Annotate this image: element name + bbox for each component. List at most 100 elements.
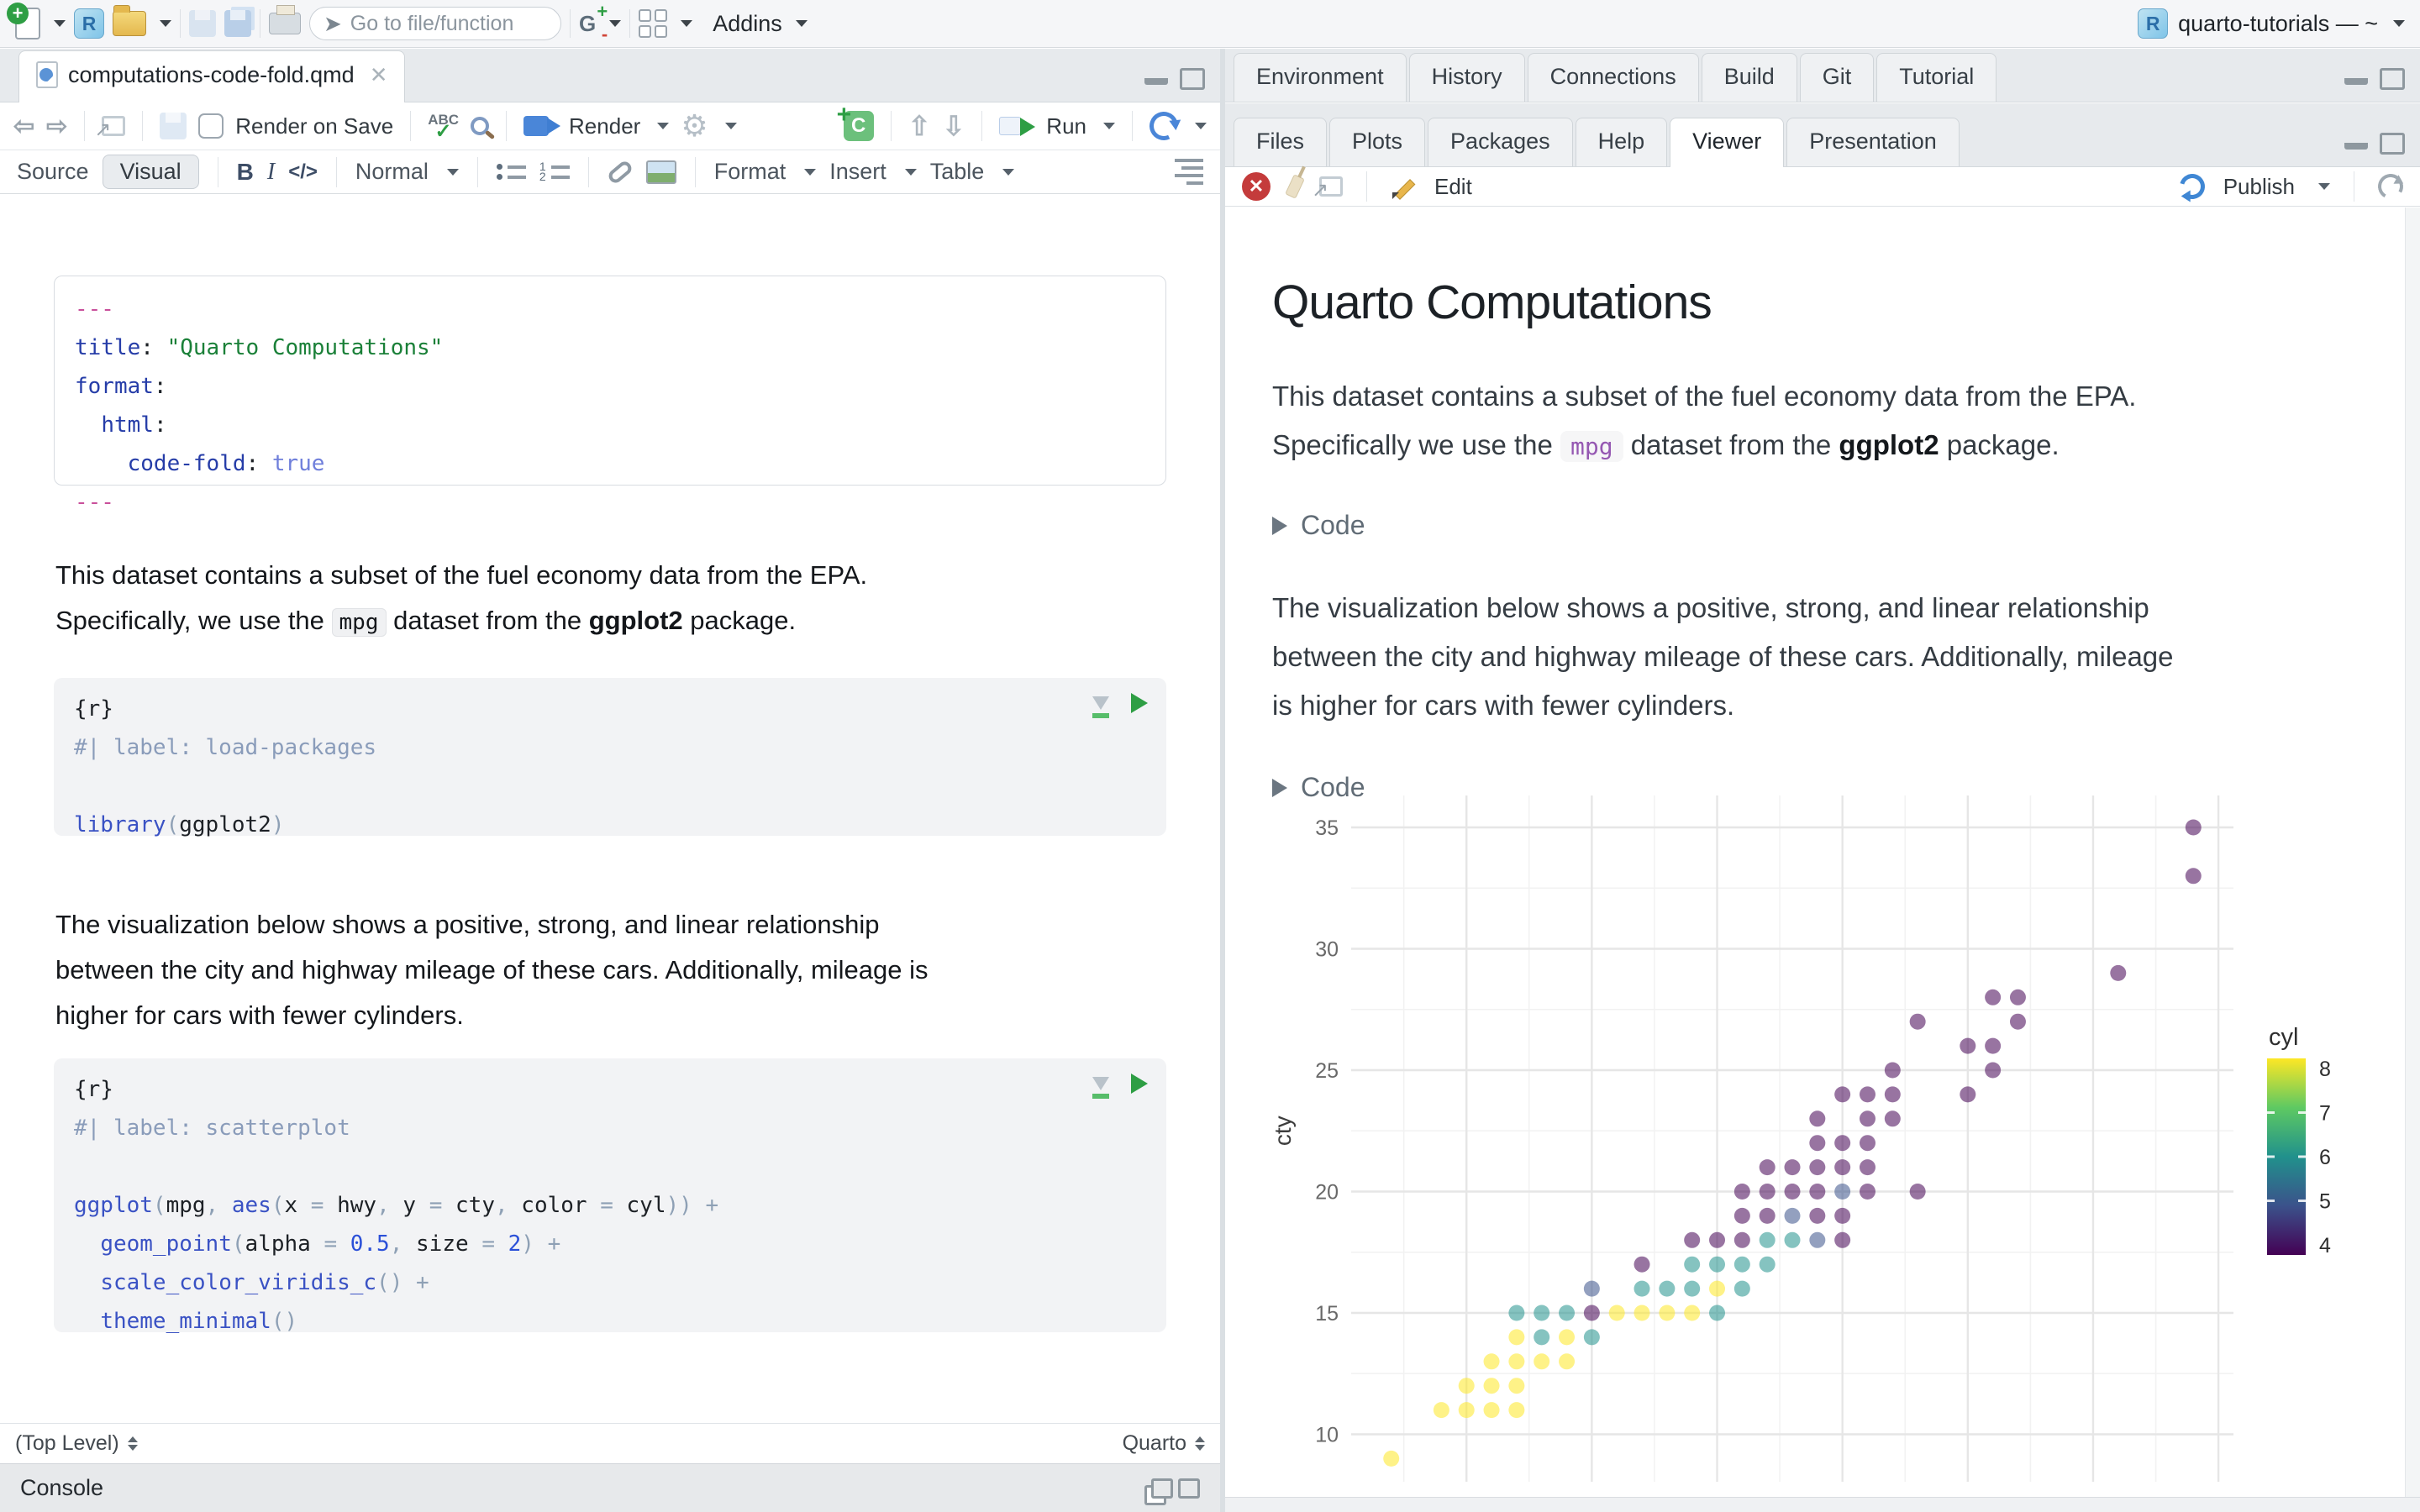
scope-selector[interactable]: (Top Level) — [15, 1431, 119, 1456]
minimize-pane-icon[interactable] — [2344, 133, 2368, 150]
new-project-icon[interactable]: R — [74, 8, 104, 39]
edit-label[interactable]: Edit — [1434, 174, 1472, 200]
console-popout-icon[interactable] — [1151, 1478, 1173, 1499]
render-caret-icon[interactable] — [657, 123, 670, 129]
code-format-button[interactable]: </> — [288, 160, 318, 184]
run-caret-icon[interactable] — [1103, 123, 1115, 129]
project-menu[interactable]: R quarto-tutorials — ~ — [2138, 8, 2405, 39]
save-doc-icon[interactable] — [160, 113, 187, 139]
viewer-new-window-icon[interactable] — [1312, 176, 1343, 202]
maximize-pane-icon[interactable] — [1180, 68, 1205, 90]
run-icon[interactable] — [999, 117, 1036, 136]
tab-presentation[interactable]: Presentation — [1786, 118, 1960, 166]
console-maximize-icon[interactable] — [1178, 1478, 1200, 1499]
viewer-scroll-gutter[interactable] — [2405, 207, 2420, 1497]
clear-viewer-icon[interactable]: ✕ — [1242, 172, 1270, 201]
addins-caret-icon[interactable] — [795, 20, 808, 27]
link-icon[interactable] — [606, 158, 634, 186]
render-on-save-checkbox[interactable] — [198, 113, 224, 139]
minimize-pane-icon[interactable] — [1144, 68, 1168, 85]
version-control-icon[interactable]: G + - — [579, 1, 608, 45]
numbered-list-icon[interactable]: 1 2 — [539, 160, 570, 182]
addins-menu[interactable]: Addins — [713, 11, 782, 37]
tab-help[interactable]: Help — [1575, 118, 1668, 166]
save-icon[interactable] — [189, 10, 216, 37]
render-label[interactable]: Render — [569, 113, 640, 139]
forward-icon[interactable]: ⇨ — [46, 112, 67, 141]
table-menu[interactable]: Table — [930, 159, 985, 185]
publish-label[interactable]: Publish — [2223, 174, 2295, 200]
render-icon[interactable] — [523, 116, 561, 136]
tab-connections[interactable]: Connections — [1527, 53, 1699, 102]
editor-tab[interactable]: computations-code-fold.qmd ✕ — [18, 50, 406, 102]
code-line: #| label: scatterplot — [74, 1116, 350, 1141]
close-tab-icon[interactable]: ✕ — [365, 62, 388, 88]
insert-menu[interactable]: Insert — [829, 159, 886, 185]
svg-text:25: 25 — [1315, 1059, 1339, 1083]
tab-files[interactable]: Files — [1234, 118, 1328, 166]
tab-tutorial[interactable]: Tutorial — [1876, 53, 1997, 102]
filetype-selector[interactable]: Quarto — [1123, 1431, 1186, 1456]
tab-viewer[interactable]: Viewer — [1670, 118, 1785, 167]
insert-chunk-icon[interactable]: + C — [837, 101, 874, 141]
run-chunks-above-icon[interactable] — [1092, 1077, 1109, 1099]
minimize-pane-icon[interactable] — [2344, 68, 2368, 85]
bold-button[interactable]: B — [237, 159, 254, 186]
spellcheck-icon[interactable]: ABC ✓ — [428, 113, 459, 142]
editor-paragraph-2[interactable]: The visualization below shows a positive… — [55, 902, 1173, 1038]
editor-paragraph-1[interactable]: This dataset contains a subset of the fu… — [55, 553, 1173, 645]
version-control-caret-icon[interactable] — [609, 20, 622, 27]
clear-all-broom-icon[interactable] — [1285, 174, 1305, 199]
new-file-caret-icon[interactable] — [54, 20, 66, 27]
run-chunk-icon[interactable] — [1131, 1074, 1148, 1094]
visual-mode-button[interactable]: Visual — [102, 155, 199, 189]
panes-caret-icon[interactable] — [681, 20, 693, 27]
edit-pencil-icon[interactable] — [1391, 174, 1416, 199]
refresh-viewer-icon[interactable] — [2375, 171, 2407, 202]
code-chunk-load-packages[interactable]: {r} #| label: load-packages library(ggplo… — [54, 678, 1166, 837]
back-icon[interactable]: ⇦ — [13, 112, 34, 141]
options-gear-icon[interactable]: ⚙ — [681, 108, 708, 144]
run-previous-icon[interactable]: ⇧ — [908, 110, 931, 142]
yaml-block[interactable]: --- title: "Quarto Computations" format: h… — [54, 276, 1166, 515]
rerun-icon[interactable] — [1145, 108, 1182, 144]
editor-canvas[interactable]: --- title: "Quarto Computations" format: h… — [0, 195, 1220, 1423]
save-all-icon[interactable] — [224, 10, 251, 37]
image-icon[interactable] — [645, 160, 676, 184]
options-caret-icon[interactable] — [724, 123, 737, 129]
format-menu[interactable]: Format — [714, 159, 786, 185]
find-replace-icon[interactable] — [471, 117, 490, 135]
goto-file-search[interactable]: ➤ Go to file/function — [309, 7, 561, 40]
publish-caret-icon[interactable] — [2318, 183, 2330, 190]
run-chunks-above-icon[interactable] — [1092, 696, 1109, 718]
rerun-caret-icon[interactable] — [1195, 123, 1207, 129]
run-next-icon[interactable]: ⇩ — [942, 110, 965, 142]
tab-history[interactable]: History — [1408, 53, 1525, 102]
editor-toolbar: ⇦ ⇨ Render on Save ABC✓ Render ⚙ +C ⇧ ⇩ … — [0, 101, 1220, 150]
maximize-pane-icon[interactable] — [2380, 133, 2405, 155]
panes-layout-icon[interactable] — [639, 9, 668, 38]
open-recent-caret-icon[interactable] — [160, 20, 171, 27]
console-header[interactable]: Console — [0, 1463, 1220, 1512]
outline-toggle-icon[interactable] — [1175, 159, 1203, 185]
tab-build[interactable]: Build — [1701, 53, 1797, 102]
tab-packages[interactable]: Packages — [1428, 118, 1573, 166]
maximize-pane-icon[interactable] — [2380, 68, 2405, 90]
svg-text:8: 8 — [2319, 1058, 2331, 1081]
code-chunk-scatterplot[interactable]: {r} #| label: scatterplot ggplot(mpg, aes… — [54, 1058, 1166, 1334]
tab-environment[interactable]: Environment — [1234, 53, 1407, 102]
publish-icon[interactable] — [2175, 169, 2210, 204]
new-file-icon[interactable]: + — [7, 3, 40, 39]
code-fold-toggle-1[interactable]: Code — [1272, 510, 1365, 541]
open-file-icon[interactable] — [113, 5, 146, 36]
bullet-list-icon[interactable] — [496, 164, 526, 180]
tab-plots[interactable]: Plots — [1329, 118, 1426, 166]
print-icon[interactable] — [269, 5, 301, 34]
italic-button[interactable]: I — [267, 159, 275, 186]
run-label[interactable]: Run — [1046, 113, 1086, 139]
run-chunk-icon[interactable] — [1131, 693, 1148, 713]
open-new-window-icon[interactable] — [94, 116, 126, 142]
source-mode-button[interactable]: Source — [17, 159, 89, 185]
tab-git[interactable]: Git — [1799, 53, 1875, 102]
paragraph-style-select[interactable]: Normal — [355, 159, 429, 185]
